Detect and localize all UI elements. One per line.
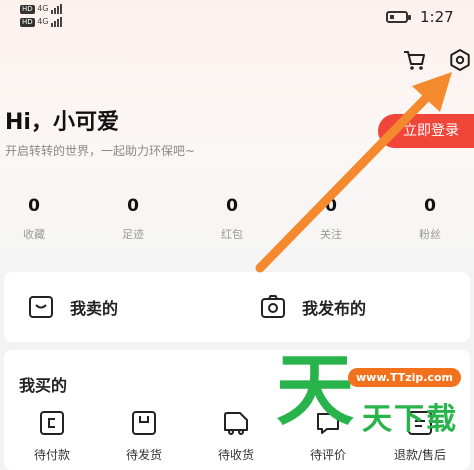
watermark-text: 天下载: [362, 402, 458, 437]
watermark-char: 天: [276, 346, 355, 436]
watermark-logo: 天 www.TTzip.com 天下载: [276, 352, 474, 456]
watermark-url: www.TTzip.com: [348, 368, 461, 387]
